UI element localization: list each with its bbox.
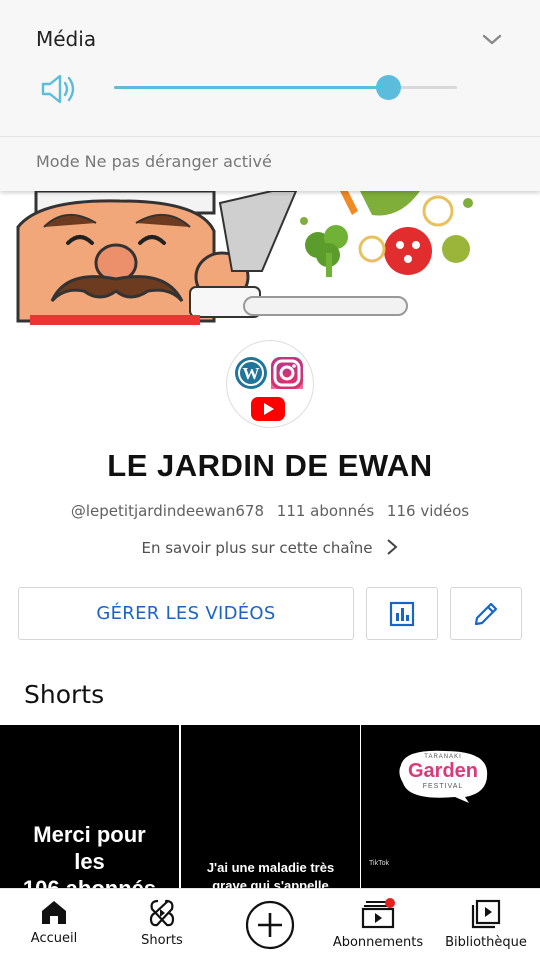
create-plus-icon [245, 900, 295, 950]
short-caption: J'ai une maladie très grave qui s'appell… [206, 860, 335, 890]
channel-more-info-link[interactable]: En savoir plus sur cette chaîne [0, 538, 540, 557]
notification-badge [385, 898, 395, 908]
short-thumbnail[interactable]: TARANAKI Garden FESTIVAL TikTok [361, 725, 540, 890]
volume-slider[interactable] [114, 75, 457, 100]
channel-name: LE JARDIN DE EWAN [107, 448, 433, 483]
speaker-icon[interactable] [40, 72, 80, 106]
youtube-icon [251, 397, 285, 421]
short-thumbnail[interactable]: J'ai une maladie très grave qui s'appell… [181, 725, 360, 890]
divider [0, 136, 540, 137]
channel-handle: @lepetitjardindeewan678 [70, 502, 264, 520]
nav-label: Accueil [30, 931, 78, 946]
wordpress-icon: W [235, 357, 267, 389]
nav-library[interactable]: Bibliothèque [438, 889, 534, 960]
nav-label: Shorts [141, 933, 183, 948]
media-volume-panel: Média Mode Ne pas déranger activé [0, 0, 540, 191]
manage-videos-button[interactable]: GÉRER LES VIDÉOS [18, 587, 354, 640]
chevron-down-icon[interactable] [480, 28, 504, 52]
more-info-label: En savoir plus sur cette chaîne [141, 539, 373, 557]
volume-slider-fill [114, 86, 389, 89]
nav-label: Bibliothèque [445, 935, 527, 950]
nav-home[interactable]: Accueil [14, 889, 94, 960]
manage-videos-label: GÉRER LES VIDÉOS [96, 603, 276, 624]
chevron-right-icon [386, 539, 398, 555]
instagram-icon [271, 357, 303, 389]
shorts-icon [149, 899, 175, 927]
svg-text:W: W [243, 364, 260, 383]
media-panel-title: Média [36, 27, 97, 51]
nav-shorts[interactable]: Shorts [122, 889, 202, 960]
channel-banner [0, 191, 540, 325]
home-icon [42, 901, 66, 924]
video-count: 116 vidéos [386, 502, 470, 520]
short-thumbnail[interactable]: Merci pour les 106 abonnés [0, 725, 179, 890]
nav-subscriptions[interactable]: Abonnements [328, 889, 428, 960]
subscriber-count: 111 abonnés [276, 502, 375, 520]
edit-pencil-icon [474, 602, 498, 625]
stats-icon [389, 601, 415, 626]
nav-create[interactable] [238, 889, 302, 960]
channel-avatar[interactable]: W [226, 340, 314, 428]
garden-festival-logo: TARANAKI Garden FESTIVAL [395, 747, 491, 803]
short-caption: Merci pour les 106 abonnés [22, 822, 157, 890]
dnd-status-text: Mode Ne pas déranger activé [36, 152, 272, 171]
stats-button[interactable] [366, 587, 438, 640]
channel-meta: @lepetitjardindeewan678 111 abonnés 116 … [0, 502, 540, 520]
volume-slider-thumb[interactable] [376, 75, 402, 100]
bottom-navigation: Accueil Shorts Abonnements Bibliothèque [0, 888, 540, 960]
shorts-section-title: Shorts [24, 680, 105, 709]
nav-label: Abonnements [332, 935, 424, 950]
banner-illustration [16, 191, 473, 325]
tiktok-watermark: TikTok [369, 860, 389, 867]
edit-channel-button[interactable] [450, 587, 522, 640]
library-icon [471, 899, 501, 929]
